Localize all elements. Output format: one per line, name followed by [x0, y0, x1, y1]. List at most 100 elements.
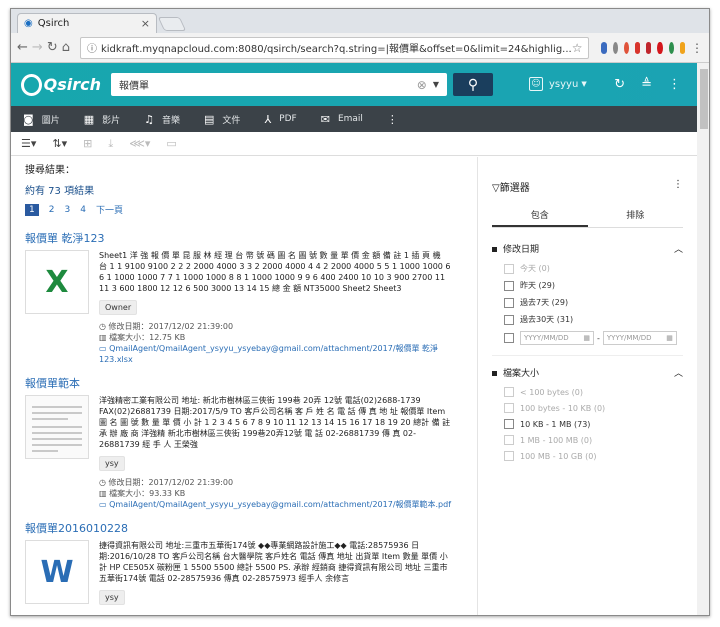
result-title[interactable]: 報價單範本	[25, 375, 463, 391]
extension-icon[interactable]	[679, 41, 685, 54]
back-icon[interactable]: ←	[17, 40, 28, 55]
calendar-icon[interactable]: ▦	[583, 334, 590, 342]
section-bullet	[492, 371, 497, 376]
refresh-icon[interactable]: ↻	[614, 77, 625, 92]
info-icon[interactable]: ⓘ	[87, 40, 97, 55]
user-menu[interactable]: ☺ ysyyu ▼	[529, 77, 587, 91]
bookmark-star-icon[interactable]: ☆	[572, 41, 583, 55]
nav-more[interactable]: ⋮	[387, 113, 406, 126]
nav-item-email[interactable]: ✉ Email	[321, 113, 363, 126]
clear-search-icon[interactable]: ⊗	[417, 78, 427, 92]
nav-item-documents[interactable]: ▤ 文件	[204, 113, 240, 126]
option-count: (29)	[538, 281, 555, 290]
checkbox[interactable]	[504, 435, 514, 445]
next-page-link[interactable]: 下一頁	[96, 203, 123, 216]
modified-date: 2017/12/02 21:39:00	[148, 478, 234, 487]
collapse-icon[interactable]: ︿	[674, 366, 683, 379]
result-title[interactable]: 報價單 乾淨123	[25, 230, 463, 246]
result-thumbnail[interactable]: W	[25, 540, 89, 604]
sort-icon[interactable]: ⇅▾	[52, 137, 67, 150]
page-2[interactable]: 2	[49, 205, 55, 215]
checkbox[interactable]	[504, 419, 514, 429]
checkbox[interactable]	[504, 297, 514, 308]
new-tab-button[interactable]	[157, 17, 187, 31]
forward-icon[interactable]: →	[32, 40, 43, 55]
checkbox[interactable]	[504, 263, 514, 274]
checkbox[interactable]	[504, 333, 514, 343]
reload-icon[interactable]: ↻	[47, 40, 58, 55]
extension-icon[interactable]	[668, 41, 674, 54]
size-option[interactable]: 100 bytes - 10 KB (0)	[492, 403, 683, 413]
history-extension-icon[interactable]	[612, 41, 618, 54]
size-option[interactable]: 10 KB - 1 MB (73)	[492, 419, 683, 429]
scrollbar-thumb[interactable]	[700, 69, 708, 129]
checkbox[interactable]	[504, 387, 514, 397]
search-options-dropdown-icon[interactable]: ▼	[433, 80, 439, 89]
home-icon[interactable]: ⌂	[62, 40, 70, 55]
close-tab-icon[interactable]: ×	[141, 17, 150, 30]
film-icon: ▦	[83, 112, 95, 126]
camera-icon: ◙	[23, 112, 34, 126]
size-filter-header[interactable]: 檔案大小 ︿	[492, 366, 683, 379]
size-section-title: 檔案大小	[503, 369, 540, 379]
browser-tab[interactable]: ◉ Qsirch ×	[17, 13, 157, 33]
checkbox[interactable]	[504, 451, 514, 461]
pdf-thumbnail[interactable]	[25, 395, 89, 459]
filter-menu-icon[interactable]: ⋮	[673, 179, 683, 194]
calendar-icon[interactable]: ▦	[666, 334, 673, 342]
nav-item-videos[interactable]: ▦ 影片	[84, 113, 120, 126]
file-path-link[interactable]: QmailAgent/QmailAgent_ysyyu_ysyebay@gmai…	[109, 500, 451, 509]
checkbox[interactable]	[504, 280, 514, 291]
date-option-today[interactable]: 今天 (0)	[492, 263, 683, 274]
tab-exclude[interactable]: 排除	[588, 208, 684, 227]
extension-icon[interactable]	[623, 41, 630, 54]
result-snippet: 捷得資訊有限公司 地址:三重市五華街174號 ◆◆專業網路設計施工◆◆ 電話:2…	[99, 541, 448, 583]
collapse-icon[interactable]: ︿	[674, 242, 683, 255]
nav-item-music[interactable]: ♫ 音樂	[144, 113, 180, 126]
list-view-icon[interactable]: ☰▾	[21, 137, 36, 150]
app-menu-icon[interactable]: ⋮	[668, 77, 681, 92]
nav-item-images[interactable]: ◙ 圖片	[23, 113, 60, 126]
browser-window: ◉ Qsirch × ← → ↻ ⌂ ⓘ kidkraft.myqnapclou…	[10, 8, 710, 616]
checkbox[interactable]	[504, 314, 514, 325]
select-all-icon[interactable]: ⊞	[83, 137, 92, 150]
extension-icon[interactable]	[601, 41, 607, 54]
result-thumbnail[interactable]: X	[25, 250, 89, 314]
date-to-input[interactable]: YYYY/MM/DD ▦	[602, 331, 677, 345]
browser-menu-icon[interactable]: ⋮	[691, 41, 703, 55]
user-dropdown-icon: ▼	[581, 80, 587, 88]
checkbox[interactable]	[504, 403, 514, 413]
date-option-7days[interactable]: 過去7天 (29)	[492, 297, 683, 308]
filter-panel: ▽篩選器 ⋮ 包含 排除 修改日期 ︿ 今天 (0) 昨天 (29) 過去7天 …	[477, 157, 697, 615]
page-3[interactable]: 3	[64, 205, 70, 215]
size-label: 檔案大小：	[109, 489, 150, 498]
page-scrollbar[interactable]	[697, 63, 709, 615]
option-label: 100 bytes - 10 KB	[520, 403, 592, 413]
date-filter-header[interactable]: 修改日期 ︿	[492, 242, 683, 255]
date-option-yesterday[interactable]: 昨天 (29)	[492, 280, 683, 291]
share-icon[interactable]: ⋘▾	[129, 137, 150, 150]
page-1[interactable]: 1	[25, 203, 39, 216]
folder-icon[interactable]: ▭	[166, 137, 176, 150]
qsirch-logo[interactable]: Qsirch	[11, 73, 101, 96]
size-option[interactable]: 100 MB - 10 GB (0)	[492, 451, 683, 461]
mail-icon: ✉	[320, 112, 330, 126]
download-icon[interactable]: ⤓	[108, 137, 113, 151]
tab-include[interactable]: 包含	[492, 208, 588, 227]
size-option[interactable]: < 100 bytes (0)	[492, 387, 683, 397]
search-input[interactable]: 報價單 ⊗ ▼	[111, 73, 447, 96]
filter-icon: ▽	[492, 183, 500, 194]
url-field[interactable]: ⓘ kidkraft.myqnapcloud.com:8080/qsirch/s…	[79, 36, 590, 59]
search-button[interactable]: ⚲	[453, 73, 493, 96]
page-4[interactable]: 4	[80, 205, 86, 215]
nav-item-pdf[interactable]: ⅄ PDF	[264, 113, 296, 126]
date-from-input[interactable]: YYYY/MM/DD ▦	[520, 331, 594, 345]
size-option[interactable]: 1 MB - 100 MB (0)	[492, 435, 683, 445]
date-option-30days[interactable]: 過去30天 (31)	[492, 314, 683, 325]
opera-extension-icon[interactable]	[657, 41, 663, 54]
youtube-extension-icon[interactable]	[646, 41, 652, 54]
extension-icon[interactable]	[635, 41, 641, 54]
result-title[interactable]: 報價單2016010228	[25, 520, 463, 536]
index-settings-icon[interactable]: ≜	[641, 77, 652, 92]
file-path-link[interactable]: QmailAgent/QmailAgent_ysyyu_ysyebay@gmai…	[99, 344, 438, 364]
